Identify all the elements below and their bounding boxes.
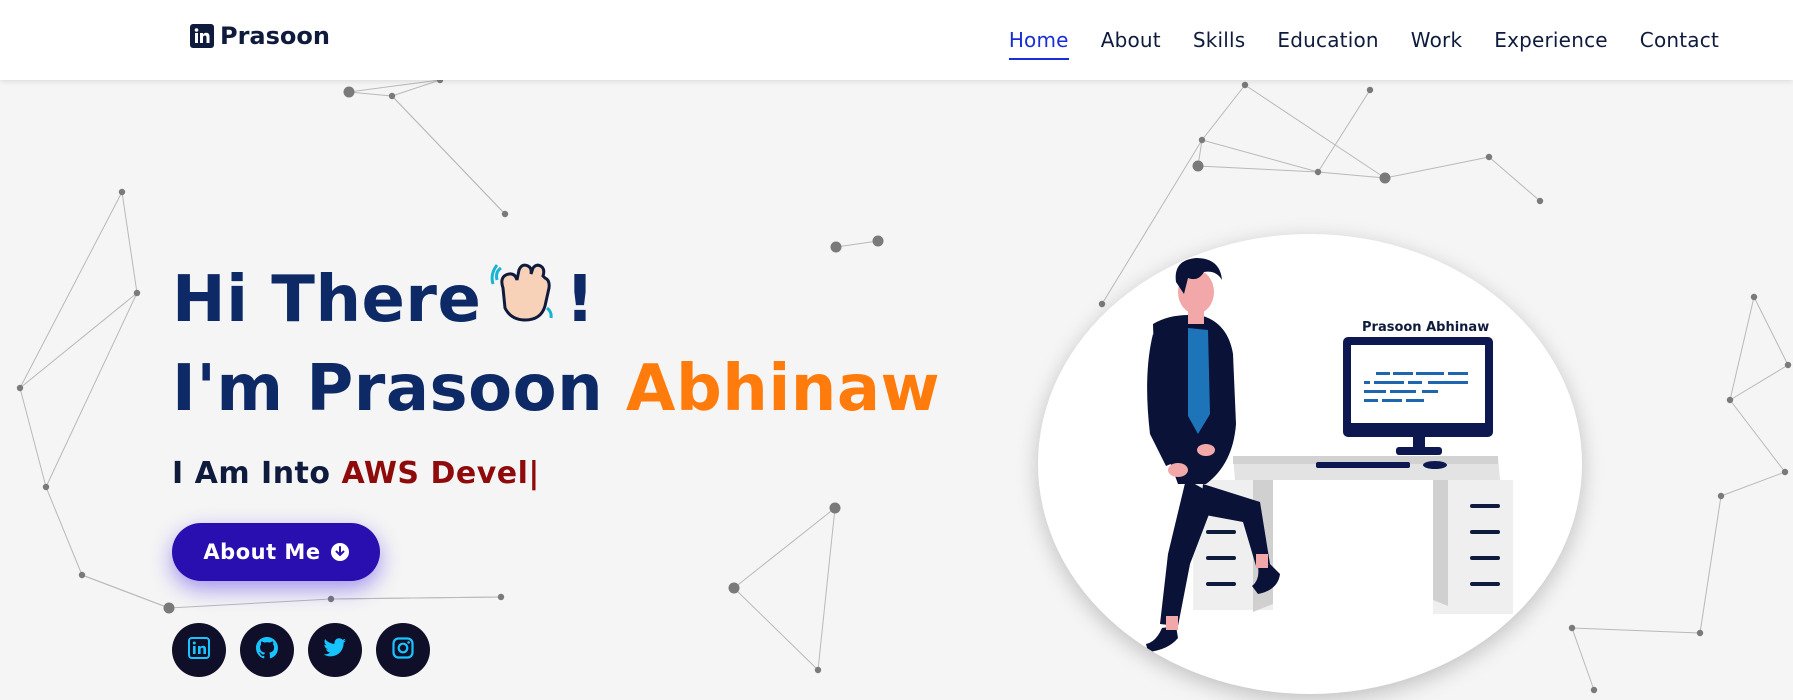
network-node	[1696, 629, 1704, 637]
network-node	[1241, 81, 1249, 89]
network-node	[163, 602, 175, 614]
network-node	[1568, 624, 1576, 632]
network-link	[348, 91, 393, 97]
linkedin-link[interactable]	[172, 623, 226, 677]
network-link	[1720, 471, 1786, 497]
network-node	[118, 188, 126, 196]
network-link	[835, 240, 879, 248]
network-link	[121, 191, 138, 294]
twitter-icon	[322, 636, 348, 664]
network-node	[1726, 396, 1734, 404]
network-node	[1590, 686, 1598, 694]
greeting-exclamation: !	[565, 263, 596, 337]
network-link	[1571, 627, 1701, 634]
hero-illustration	[1038, 234, 1582, 694]
network-link	[19, 292, 138, 389]
social-links	[172, 623, 430, 677]
github-link[interactable]	[240, 623, 294, 677]
role-typed-text: AWS Devel|	[341, 456, 540, 491]
github-icon	[254, 635, 280, 665]
brand-name: Prasoon	[220, 22, 330, 50]
network-link	[1729, 296, 1755, 401]
network-node	[1366, 86, 1374, 94]
hero-greeting: Hi There !	[172, 258, 595, 342]
top-navbar: Prasoon Home About Skills Education Work…	[0, 0, 1793, 80]
network-link	[45, 486, 83, 576]
arrow-down-circle-icon	[330, 543, 349, 561]
network-link	[19, 387, 47, 488]
hero-role-typed: I Am Into AWS Devel|	[172, 456, 540, 491]
network-node	[327, 595, 335, 603]
twitter-link[interactable]	[308, 623, 362, 677]
nav-skills[interactable]: Skills	[1193, 28, 1246, 60]
network-node	[16, 384, 24, 392]
linkedin-square-icon	[190, 24, 214, 48]
nav-work[interactable]: Work	[1411, 28, 1462, 60]
network-node	[1536, 197, 1544, 205]
network-link	[733, 507, 836, 589]
monitor-caption: Prasoon Abhinaw	[1362, 320, 1490, 335]
network-node	[830, 241, 842, 253]
greeting-text: Hi There	[172, 263, 482, 337]
intro-prefix: I'm Prasoon	[172, 352, 604, 426]
network-node	[872, 235, 884, 247]
instagram-icon	[391, 636, 415, 664]
network-link	[1729, 399, 1786, 473]
network-node	[497, 593, 505, 601]
network-link	[45, 292, 138, 488]
developer-at-desk-illustration	[1146, 258, 1513, 652]
nav-experience[interactable]: Experience	[1494, 28, 1608, 60]
role-prefix: I Am Into	[172, 456, 331, 491]
network-node	[728, 582, 740, 594]
network-link	[1201, 84, 1246, 141]
network-link	[391, 95, 506, 215]
hero-intro: I'm Prasoon Abhinaw	[172, 352, 940, 426]
network-node	[814, 666, 822, 674]
network-link	[1317, 89, 1371, 173]
main-nav: Home About Skills Education Work Experie…	[1008, 28, 1719, 60]
network-node	[1781, 468, 1789, 476]
intro-accent-name: Abhinaw	[625, 352, 941, 426]
network-link	[1488, 156, 1541, 202]
network-link	[1384, 156, 1490, 179]
network-node	[1750, 293, 1758, 301]
brand-logo[interactable]: Prasoon	[190, 22, 330, 50]
nav-contact[interactable]: Contact	[1640, 28, 1719, 60]
network-link	[817, 507, 836, 671]
network-node	[42, 483, 50, 491]
network-node	[1717, 492, 1725, 500]
network-link	[348, 79, 441, 93]
network-node	[501, 210, 509, 218]
network-node	[343, 86, 355, 98]
network-node	[388, 92, 396, 100]
network-link	[1317, 171, 1386, 179]
network-node	[1098, 300, 1106, 308]
network-node	[1379, 172, 1391, 184]
network-link	[1729, 364, 1789, 401]
network-link	[1699, 495, 1722, 634]
network-link	[1571, 627, 1595, 691]
network-link	[168, 598, 332, 609]
network-node	[1784, 361, 1792, 369]
about-me-label: About Me	[203, 540, 321, 564]
network-node	[133, 289, 141, 297]
instagram-link[interactable]	[376, 623, 430, 677]
about-me-button[interactable]: About Me	[172, 523, 380, 581]
network-link	[391, 79, 441, 97]
network-node	[1198, 136, 1206, 144]
network-link	[733, 587, 819, 671]
network-node	[1485, 153, 1493, 161]
network-node	[78, 571, 86, 579]
network-node	[829, 502, 841, 514]
network-node	[1192, 160, 1204, 172]
waving-hand-icon	[489, 258, 557, 342]
linkedin-icon	[187, 636, 211, 664]
nav-about[interactable]: About	[1101, 28, 1161, 60]
network-link	[81, 574, 170, 609]
nav-home[interactable]: Home	[1008, 28, 1069, 60]
network-link	[330, 596, 502, 600]
nav-education[interactable]: Education	[1277, 28, 1378, 60]
network-link	[1753, 296, 1789, 366]
network-node	[1314, 168, 1322, 176]
